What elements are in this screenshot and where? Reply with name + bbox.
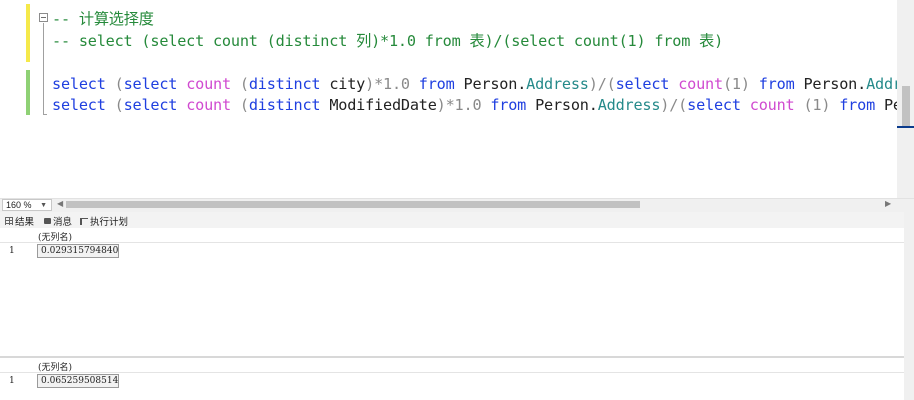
execution-plan-icon <box>80 217 88 225</box>
message-icon <box>44 218 51 224</box>
tab-messages[interactable]: 消息 <box>44 214 72 228</box>
tab-results[interactable]: 结果 <box>5 214 34 228</box>
code-line-comment-2: -- select (select count (distinct 列)*1.0… <box>52 32 724 50</box>
scroll-left-icon[interactable]: ◀ <box>57 199 63 208</box>
result-grid-1[interactable]: (无列名) 1 0.029315794840 <box>0 228 914 356</box>
grid-row-divider <box>0 242 914 243</box>
code-line-query-1: select (select count (distinct city)*1.0… <box>52 75 914 93</box>
fold-guide-end <box>43 114 47 115</box>
tab-execution-plan[interactable]: 执行计划 <box>80 214 128 228</box>
code-line-query-2: select (select count (distinct ModifiedD… <box>52 96 914 114</box>
saved-change-bar <box>26 70 30 115</box>
query-editor[interactable]: -- 计算选择度 -- select (select count (distin… <box>0 0 914 198</box>
tab-plan-label: 执行计划 <box>90 217 129 228</box>
caret-position-marker <box>897 126 914 128</box>
row-number[interactable]: 1 <box>9 246 15 256</box>
scroll-right-icon[interactable]: ▶ <box>885 199 891 208</box>
zoom-level-value: 160 % <box>6 200 32 210</box>
row-number[interactable]: 1 <box>9 376 15 386</box>
result-cell[interactable]: 0.065259508514 <box>37 374 119 388</box>
results-tab-strip: 结果 消息 执行计划 <box>0 212 914 228</box>
collapse-region-icon[interactable] <box>39 13 48 22</box>
tab-messages-label: 消息 <box>53 217 73 228</box>
result-cell[interactable]: 0.029315794840 <box>37 244 119 258</box>
unsaved-change-bar <box>26 4 30 62</box>
grid-icon <box>5 217 13 225</box>
chevron-down-icon: ▼ <box>40 202 47 209</box>
fold-guide-line <box>43 23 44 115</box>
horizontal-scroll-thumb[interactable] <box>66 201 640 208</box>
result-grid-2[interactable]: (无列名) 1 0.065259508514 <box>0 358 914 400</box>
tab-results-label: 结果 <box>15 217 35 228</box>
results-vertical-scrollbar[interactable] <box>904 212 914 400</box>
editor-vertical-scroll-thumb[interactable] <box>902 86 910 126</box>
zoom-level-select[interactable]: 160 % ▼ <box>2 199 52 211</box>
grid-row-divider <box>0 372 914 373</box>
code-line-comment-1: -- 计算选择度 <box>52 10 154 28</box>
